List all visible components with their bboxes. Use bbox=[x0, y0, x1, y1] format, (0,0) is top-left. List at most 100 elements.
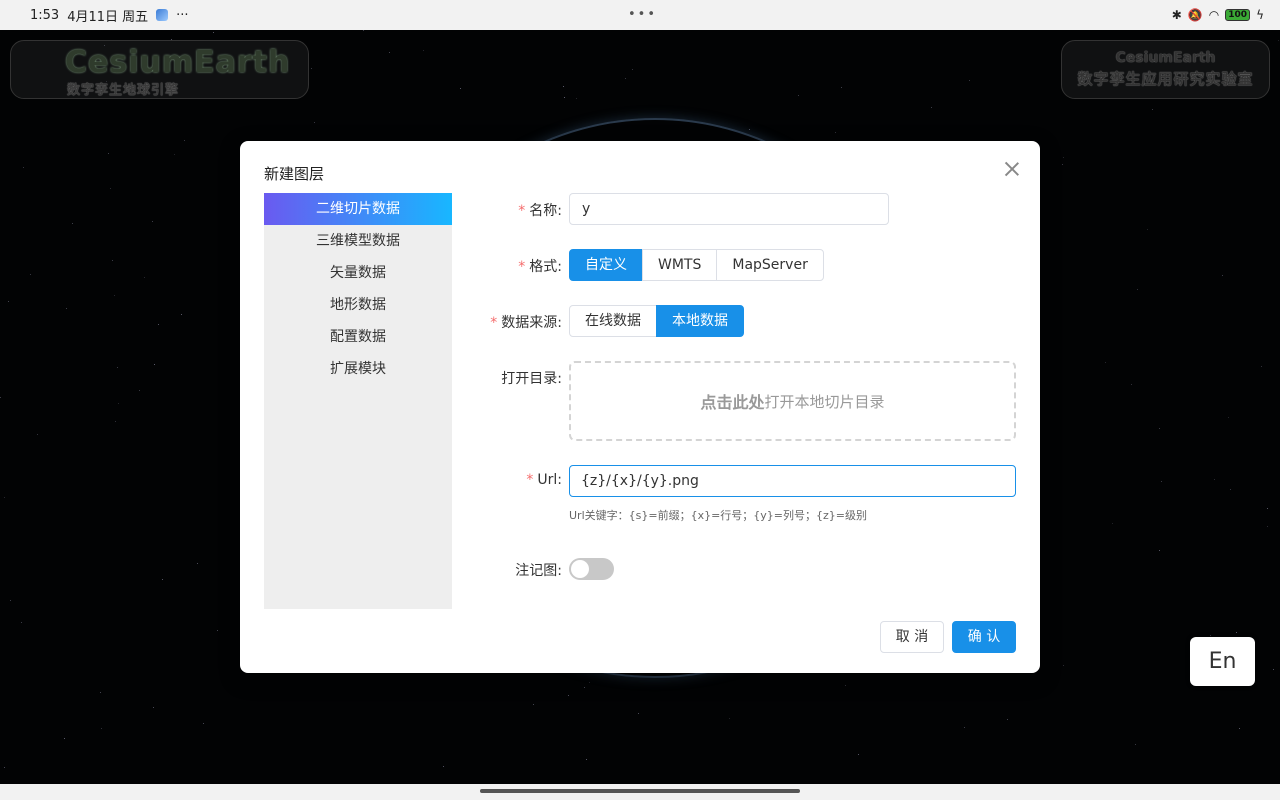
star bbox=[1230, 489, 1231, 490]
home-indicator[interactable] bbox=[480, 789, 800, 793]
star bbox=[181, 314, 182, 315]
source-label: 数据来源: bbox=[501, 315, 562, 331]
cancel-button[interactable]: 取 消 bbox=[880, 621, 944, 653]
star bbox=[314, 122, 315, 123]
required-mark: * bbox=[526, 472, 534, 488]
star bbox=[460, 88, 461, 89]
star bbox=[66, 308, 67, 309]
star bbox=[115, 421, 116, 422]
star bbox=[1278, 40, 1279, 41]
star bbox=[139, 390, 140, 391]
format-label: 格式: bbox=[529, 259, 562, 275]
open-directory-dropzone[interactable]: 点击此处 打开本地切片目录 bbox=[569, 361, 1016, 441]
app-notification-icon bbox=[156, 9, 169, 21]
star bbox=[64, 738, 65, 739]
star bbox=[1228, 417, 1229, 418]
required-mark: * bbox=[518, 203, 526, 219]
required-mark: * bbox=[518, 259, 526, 275]
format-option-wmts[interactable]: WMTS bbox=[642, 249, 718, 281]
star bbox=[858, 754, 859, 755]
new-layer-dialog: 新建图层 二维切片数据 三维模型数据 矢量数据 地形数据 配置数据 扩展模块 *… bbox=[240, 141, 1040, 673]
format-option-custom[interactable]: 自定义 bbox=[569, 249, 643, 281]
multitask-dots[interactable]: ••• bbox=[628, 7, 657, 22]
star bbox=[108, 153, 109, 154]
status-bar-left: 1:53 4月11日 周五 ··· bbox=[30, 0, 189, 30]
star bbox=[1062, 164, 1063, 165]
star bbox=[4, 767, 5, 768]
logo-left-subtitle: 数字孪生地球引擎 bbox=[67, 83, 180, 98]
battery-icon: 100 bbox=[1225, 9, 1251, 21]
star bbox=[1135, 744, 1136, 745]
dir-label: 打开目录: bbox=[501, 371, 562, 387]
star bbox=[0, 397, 1, 398]
star bbox=[117, 367, 118, 368]
star bbox=[1159, 428, 1160, 429]
status-bar-right: ✱ 🔕 ◠ 100 ϟ bbox=[1172, 0, 1264, 30]
annotation-label: 注记图: bbox=[515, 563, 562, 579]
dialog-title: 新建图层 bbox=[264, 165, 325, 183]
star bbox=[23, 167, 24, 168]
wifi-icon: ◠ bbox=[1208, 8, 1220, 22]
star bbox=[533, 704, 534, 705]
star bbox=[931, 107, 932, 108]
star bbox=[30, 274, 31, 275]
star bbox=[1063, 157, 1064, 158]
star bbox=[162, 579, 163, 580]
close-icon[interactable] bbox=[1002, 159, 1022, 179]
star bbox=[153, 707, 154, 708]
star bbox=[568, 695, 569, 696]
toggle-knob bbox=[571, 560, 589, 578]
name-input[interactable] bbox=[569, 193, 889, 225]
logo-lab: CesiumEarth 数字孪生应用研究实验室 bbox=[1061, 40, 1270, 99]
nav-item-3d-models[interactable]: 三维模型数据 bbox=[264, 225, 452, 257]
star bbox=[835, 132, 836, 133]
source-radio-group: 在线数据 本地数据 bbox=[569, 305, 744, 337]
star bbox=[1210, 635, 1211, 636]
star bbox=[589, 682, 590, 683]
star bbox=[72, 223, 73, 224]
star bbox=[311, 68, 312, 69]
star bbox=[1131, 384, 1132, 385]
star bbox=[749, 129, 750, 130]
logo-right-subtitle: 数字孪生应用研究实验室 bbox=[1077, 70, 1254, 88]
star bbox=[1222, 275, 1223, 276]
dir-label-wrap: 打开目录: bbox=[422, 368, 562, 388]
logo-left-title: CesiumEarth bbox=[65, 45, 291, 80]
star bbox=[1007, 719, 1008, 720]
star bbox=[423, 50, 424, 51]
status-time: 1:53 bbox=[30, 7, 60, 23]
star bbox=[1267, 526, 1268, 527]
star bbox=[576, 98, 577, 99]
star bbox=[203, 723, 204, 724]
star bbox=[1159, 550, 1160, 551]
format-option-mapserver[interactable]: MapServer bbox=[716, 249, 824, 281]
star bbox=[1147, 229, 1148, 230]
star bbox=[1152, 109, 1153, 110]
star bbox=[443, 766, 444, 767]
language-switch-button[interactable]: En bbox=[1190, 637, 1255, 686]
star bbox=[1063, 665, 1064, 666]
confirm-button[interactable]: 确 认 bbox=[952, 621, 1016, 653]
star bbox=[21, 622, 22, 623]
star bbox=[1112, 523, 1113, 524]
star bbox=[213, 32, 214, 33]
source-label-wrap: * 数据来源: bbox=[422, 312, 562, 332]
source-option-local[interactable]: 本地数据 bbox=[656, 305, 744, 337]
source-option-online[interactable]: 在线数据 bbox=[569, 305, 657, 337]
star bbox=[969, 80, 970, 81]
star bbox=[154, 364, 155, 365]
star bbox=[564, 97, 565, 98]
annotation-label-wrap: 注记图: bbox=[422, 560, 562, 580]
name-label: 名称: bbox=[529, 203, 562, 219]
bluetooth-icon: ✱ bbox=[1171, 8, 1182, 22]
status-date: 4月11日 周五 bbox=[67, 9, 149, 25]
star bbox=[112, 260, 113, 261]
name-label-wrap: * 名称: bbox=[422, 200, 562, 220]
star bbox=[389, 52, 390, 53]
annotation-toggle[interactable] bbox=[569, 558, 614, 580]
mute-bell-icon: 🔕 bbox=[1187, 8, 1203, 22]
star bbox=[798, 95, 799, 96]
star bbox=[363, 30, 364, 31]
star bbox=[1137, 289, 1138, 290]
url-input[interactable] bbox=[569, 465, 1016, 497]
